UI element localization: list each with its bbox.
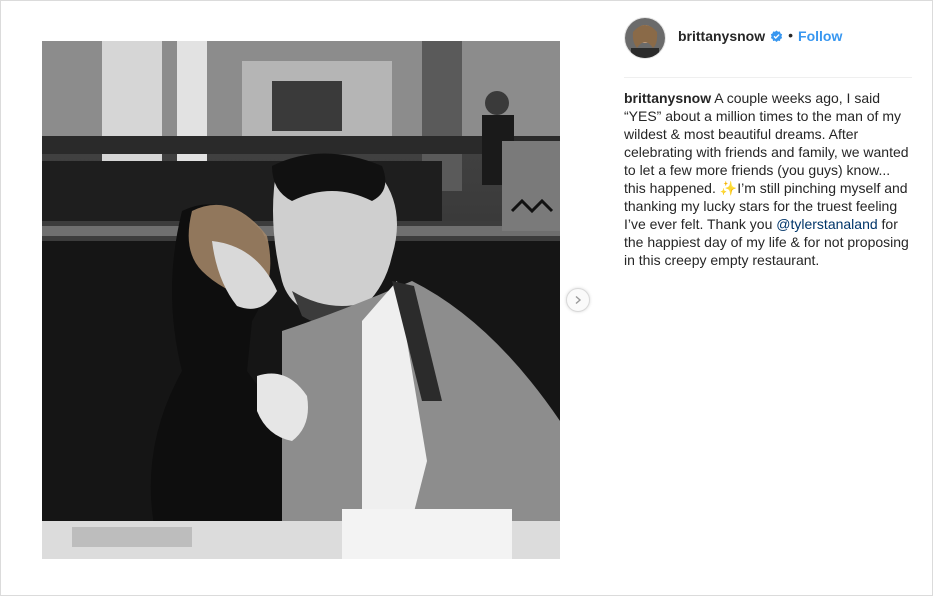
post-side-panel: brittanysnow • Follow brittanysnow A cou… xyxy=(602,1,932,595)
avatar-image xyxy=(625,18,665,58)
username-link[interactable]: brittanysnow xyxy=(678,28,765,44)
post-photo[interactable] xyxy=(42,41,560,559)
media-area xyxy=(1,1,601,595)
next-photo-button[interactable] xyxy=(566,288,590,312)
photo-illustration xyxy=(42,41,560,559)
separator-dot: • xyxy=(788,27,794,43)
verified-badge-icon xyxy=(770,30,783,42)
post-caption: brittanysnow A couple weeks ago, I said … xyxy=(624,89,914,269)
post-header: brittanysnow • Follow xyxy=(624,17,912,78)
avatar[interactable] xyxy=(624,17,666,59)
mention-link[interactable]: @tylerstanaland xyxy=(776,216,877,232)
follow-button[interactable]: Follow xyxy=(798,28,842,44)
sparkle-emoji-icon: ✨ xyxy=(719,180,738,196)
instagram-post-embed: brittanysnow • Follow brittanysnow A cou… xyxy=(0,0,933,596)
caption-username[interactable]: brittanysnow xyxy=(624,90,711,106)
chevron-right-icon xyxy=(575,295,582,305)
